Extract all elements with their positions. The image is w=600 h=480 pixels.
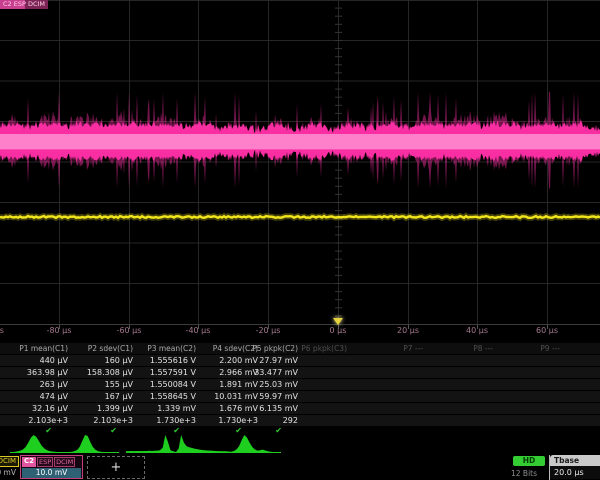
histicon-p3: [126, 433, 181, 453]
c2-esp-badge: ESP: [37, 457, 53, 467]
c2-scale-value: 10.0 mV: [22, 468, 81, 478]
measure-value: 6.135 mV: [214, 403, 298, 415]
measure-value: 33.477 mV: [214, 367, 298, 379]
time-tick-label: -100 µs: [0, 326, 13, 335]
measure-header-p6[interactable]: P6 pkpk(C3): [263, 343, 347, 355]
histicon-p1: [10, 433, 65, 453]
time-tick-label: -60 µs: [105, 326, 153, 335]
time-tick-label: 40 µs: [453, 326, 501, 335]
measure-value: 25.03 mV: [214, 379, 298, 391]
channel-c1-descriptor[interactable]: DCIM 0 mV: [0, 456, 18, 479]
time-tick-label: -80 µs: [35, 326, 83, 335]
c1-scale-value: 0 mV: [0, 468, 16, 477]
trigger-position-marker[interactable]: [333, 318, 343, 325]
measure-header-p10[interactable]: P10 ---: [543, 343, 600, 355]
hd-mode-badge[interactable]: HD: [513, 456, 545, 466]
time-tick-label: 60 µs: [523, 326, 571, 335]
measure-column-p5: P5 pkpk(C2)27.97 mV33.477 mV25.03 mV59.9…: [214, 343, 298, 435]
oscilloscope-screen: C2 ESP DCIM -100 µs -80 µs -60 µs -40 µs -20…: [0, 0, 600, 480]
waveform-layer: [0, 0, 600, 340]
timebase-descriptor[interactable]: Tbase 20.0 µs: [549, 455, 600, 480]
time-tick-label: -40 µs: [174, 326, 222, 335]
channel-c2-descriptor[interactable]: C2 ESPDCIM 10.0 mV: [20, 455, 83, 479]
timebase-title: Tbase: [550, 455, 600, 466]
histicon-p4: [176, 433, 231, 453]
c1-dcim-badge: DCIM: [0, 456, 19, 467]
time-tick-label: 20 µs: [384, 326, 432, 335]
timebase-scale: 20.0 µs: [550, 466, 600, 479]
measure-value: 59.97 mV: [214, 391, 298, 403]
c2-label: C2: [22, 457, 36, 467]
time-tick-label: 0 µs: [314, 326, 362, 335]
measure-value: 27.97 mV: [214, 355, 298, 367]
c2-dcim-badge: DCIM: [54, 457, 75, 467]
measure-value: 292: [214, 415, 298, 427]
resolution-label: 12 Bits: [511, 469, 537, 478]
measure-column-p10: P10 ---: [543, 343, 600, 355]
trace-c1[interactable]: [0, 216, 600, 218]
add-trace-button[interactable]: +: [87, 456, 145, 479]
trace-c2[interactable]: [0, 92, 600, 189]
trace-annotation-label: C2 ESP DCIM: [0, 0, 48, 9]
time-tick-label: -20 µs: [244, 326, 292, 335]
measure-column-p6: P6 pkpk(C3): [263, 343, 347, 355]
histicon-p5: [226, 433, 281, 453]
histicon-p2: [64, 433, 119, 453]
